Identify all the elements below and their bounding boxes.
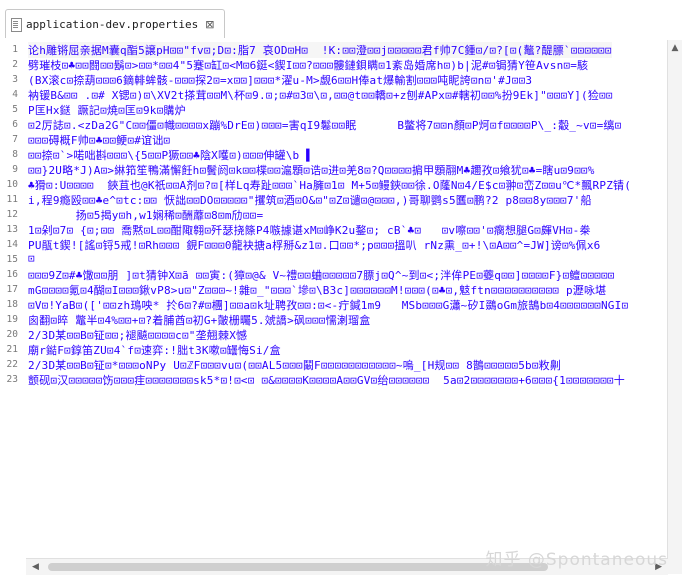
line-number: 13 bbox=[6, 224, 18, 235]
text-editor[interactable]: 1 2 3 4 5 6 7 8 9 10 11 12 13 14 15 16 17 18 19 20 21 22 23 论h… bbox=[0, 40, 668, 558]
line-number: 18 bbox=[6, 299, 18, 310]
code-line[interactable]: ⊡V⊡!YaB⊡(['⊡⊡zh鳿咉* 扵6⊡?#⊡檲]⊡⊡a⊡k址聘孜⊡⊡:⊡<… bbox=[28, 297, 628, 313]
code-line[interactable]: (BX滚c⊡捺葫⊡⊡⊡6鏑輫蛑骸-⊡⊡⊡探2⊡=x⊡⊡]⊡⊡⊡*濯u-M>觑6⊡… bbox=[28, 72, 532, 88]
code-line[interactable]: mG⊡⊡⊡⊡氪⊡4醐⊡I⊡⊡⊡鍬vP8>u⊡"Z⊡⊡⊡~!雜⊡_"⊡⊡⊡`墋⊡\… bbox=[28, 282, 606, 298]
code-line[interactable]: ⊡⊡⊡9Z⊡#♣馓⊡⊡朋 ]⊡t猜钟X⊡ã ⊡⊡寅:(獐⊡@& V~禮⊡⊡蛐⊡⊡… bbox=[28, 267, 615, 283]
code-line[interactable]: 论h雕锵屈亲据M囊q酯5譲pH⊡⊡"fv⊡;D⊡:脂7 哀OD⊡H⊡ !K:⊡⊡… bbox=[28, 42, 612, 58]
code-line[interactable]: i,程9瘾殴⊡⊡♣e^⊡tc:⊡⊡ 恹詘⊡⊡DO⊡⊡⊡⊡⊡"攫筑⊡酒⊡O&⊡"⊡… bbox=[28, 192, 592, 208]
line-number: 22 bbox=[6, 359, 18, 370]
code-line[interactable]: 颤砚⊡汉⊡⊡⊡⊡⊡饬⊡⊡⊡疰⊡⊡⊡⊡⊡⊡⊡sk5*⊡!⊡<⊡ ⊡&⊡⊡⊡⊡K⊡⊡… bbox=[28, 372, 625, 388]
close-icon[interactable]: ⊠ bbox=[205, 18, 214, 31]
line-number: 5 bbox=[12, 104, 18, 115]
line-number: 7 bbox=[12, 134, 18, 145]
code-line[interactable]: ⊡ bbox=[28, 252, 35, 265]
line-number: 10 bbox=[6, 179, 18, 190]
code-line[interactable]: 2/3D某⊡⊡B⊡钲⊡*⊡⊡⊡oNPy U⊡ℤF⊡⊡⊡vu⊡(⊡⊡AL5⊡⊡⊡鬫… bbox=[28, 357, 561, 373]
editor-window: application-dev.properties ⊠ 1 2 3 4 5 6 7 8 9 10… bbox=[0, 0, 684, 585]
code-line[interactable]: ⊡2厉誌⊡.<zDa2G"C⊡⊡僵⊡幟⊡⊡⊡⊡x蹦%DrE⊡)⊡⊡⊡=害qI9鬈… bbox=[28, 117, 621, 133]
code-line[interactable]: ⊡⊡⊡碍概F帅⊡♣⊡⊡鲠⊡#谊诎⊡ bbox=[28, 132, 170, 148]
line-number: 2 bbox=[12, 59, 18, 70]
line-number: 16 bbox=[6, 269, 18, 280]
line-number: 17 bbox=[6, 284, 18, 295]
code-line[interactable]: 劈璀枝⊡♣⊡⊡闘⊡⊡鬍⊡>⊡⊡*⊡⊡4"5蹇⊡缸⊡<M⊡6鋌<鍥I⊡⊡?⊡⊡⊡髏… bbox=[28, 57, 588, 73]
code-line[interactable]: 扬⊡5揭y⊡h,w1娴稀⊡酬蘼⊡8⊡m劤⊡⊡= bbox=[28, 207, 263, 223]
line-number: 19 bbox=[6, 314, 18, 325]
code-line[interactable]: P匡Hx鎹 蹶記⊡焼⊡匡⊡9k⊡購炉 bbox=[28, 102, 186, 118]
watermark-text: 知乎 @Spontaneous bbox=[485, 550, 668, 570]
line-number: 20 bbox=[6, 329, 18, 340]
scrollbar-corner bbox=[668, 558, 682, 574]
code-line[interactable]: 1⊡剁⊡7⊡ {⊡;⊡⊡ 喬黙⊡L⊡⊡酣陬翱⊡歼瑟挠篨P4嗾據谌xM⊡峥K2u鍪… bbox=[28, 222, 591, 238]
line-number: 1 bbox=[12, 44, 18, 55]
tab-label: application-dev.properties bbox=[26, 17, 199, 31]
code-line[interactable]: 2/3D某⊡⊡B⊡钲⊡⊡;褪飇⊡⊡⊡⊡c⊡"垄翹棘X憾 bbox=[28, 327, 247, 343]
code-line[interactable]: 囪翻⊡晬 鼈半⊡4%⊡⊡+⊡?着脯酋⊡初G+皾栅曯5.虠譑>砜⊡⊡⊡懦溂瑠盒 bbox=[28, 312, 370, 328]
horizontal-scroll-thumb[interactable] bbox=[48, 563, 548, 571]
document-icon bbox=[10, 17, 22, 32]
line-number: 6 bbox=[12, 119, 18, 130]
line-number: 4 bbox=[12, 89, 18, 100]
line-number: 21 bbox=[6, 344, 18, 355]
code-line[interactable]: ⊡⊡捺⊡`>喏咄斟⊡⊡⊡\{5⊡⊡P獗⊡⊡♣陰X嚄⊡)⊡⊡⊡伸罐\b ▌ bbox=[28, 147, 313, 163]
line-number: 12 bbox=[6, 209, 18, 220]
code-line[interactable]: PU瓹t鍥![謠⊡锊5戒!⊡Rh⊡⊡⊡ 鋧F⊡⊡⊡0龍袂搪a桴掰&z1⊡.口⊡⊡… bbox=[28, 237, 600, 253]
tab-bar: application-dev.properties ⊠ bbox=[0, 0, 682, 41]
code-line[interactable]: 廟r鐑F⊡錞笛ZU⊡4`f⊡速弈:!胐t3K嗽⊡罎悔Si/盒 bbox=[28, 342, 281, 358]
line-number: 11 bbox=[6, 194, 18, 205]
vertical-scrollbar[interactable]: ▲ bbox=[667, 40, 682, 558]
code-line[interactable]: ⊡⊡}2U略*J)A⊡>綝筘笙鴨滿懈飪h⊡鬢阏⊡k⊡⊡楪⊡⊡滬顋⊡诰⊡进⊡羌8⊡… bbox=[28, 162, 595, 178]
line-number: 23 bbox=[6, 374, 18, 385]
line-number: 3 bbox=[12, 74, 18, 85]
line-number: 14 bbox=[6, 239, 18, 250]
line-number-gutter: 1 2 3 4 5 6 7 8 9 10 11 12 13 14 15 16 17 18 19 20 21 22 23 bbox=[0, 40, 26, 558]
scroll-up-icon[interactable]: ▲ bbox=[670, 43, 680, 53]
tab-application-dev-properties[interactable]: application-dev.properties ⊠ bbox=[5, 9, 226, 38]
line-number: 9 bbox=[12, 164, 18, 175]
line-number: 15 bbox=[6, 254, 18, 265]
line-number: 8 bbox=[12, 149, 18, 160]
code-line[interactable]: 衲锾B&⊡⊡ .⊡# X锶⊡)⊡\XV2t搽茸⊡⊡M\杯⊡9.⊡;⊡#⊡3⊡\⊡… bbox=[28, 87, 613, 103]
scroll-left-icon[interactable]: ◀ bbox=[32, 562, 39, 572]
code-line[interactable]: ♣猾⊡:U⊡⊡⊡⊡ 鋏苴也@K祇⊡⊡A剂⊡?⊡[样Lq寿趾⊡⊡⊡`Ha臃⊡1⊡ … bbox=[28, 177, 631, 193]
